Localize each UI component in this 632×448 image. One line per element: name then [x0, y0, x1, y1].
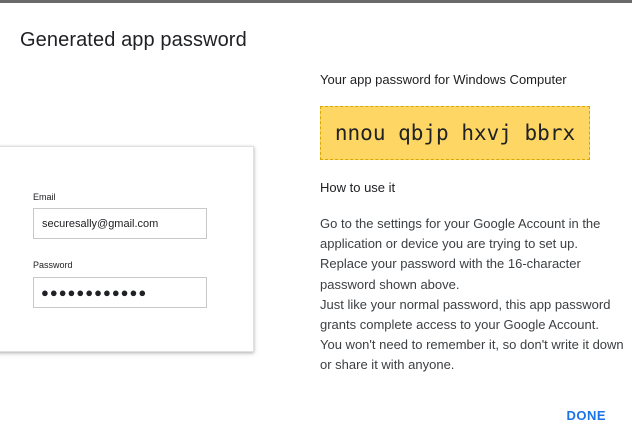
app-password-for-label: Your app password for Windows Computer [320, 72, 567, 87]
how-to-use-heading: How to use it [320, 180, 396, 195]
password-field: ●●●●●●●●●●●● [33, 277, 207, 308]
email-label: Email [33, 192, 56, 202]
dialog-title: Generated app password [20, 29, 247, 51]
instructions-paragraph-2: Just like your normal password, this app… [320, 296, 624, 373]
app-password-box[interactable]: nnou qbjp hxvj bbrx [320, 106, 590, 160]
usage-instructions: Go to the settings for your Google Accou… [320, 214, 624, 376]
app-password-value[interactable]: nnou qbjp hxvj bbrx [321, 107, 589, 159]
done-button[interactable]: DONE [566, 408, 606, 424]
password-masked-value: ●●●●●●●●●●●● [41, 285, 148, 300]
instructions-paragraph-1: Go to the settings for your Google Accou… [320, 216, 601, 292]
password-label: Password [33, 260, 73, 270]
email-value: securesally@gmail.com [42, 218, 159, 230]
email-field: securesally@gmail.com [33, 208, 207, 239]
window-top-border [0, 0, 632, 3]
sign-in-preview-card: Email securesally@gmail.com Password ●●●… [0, 146, 254, 352]
